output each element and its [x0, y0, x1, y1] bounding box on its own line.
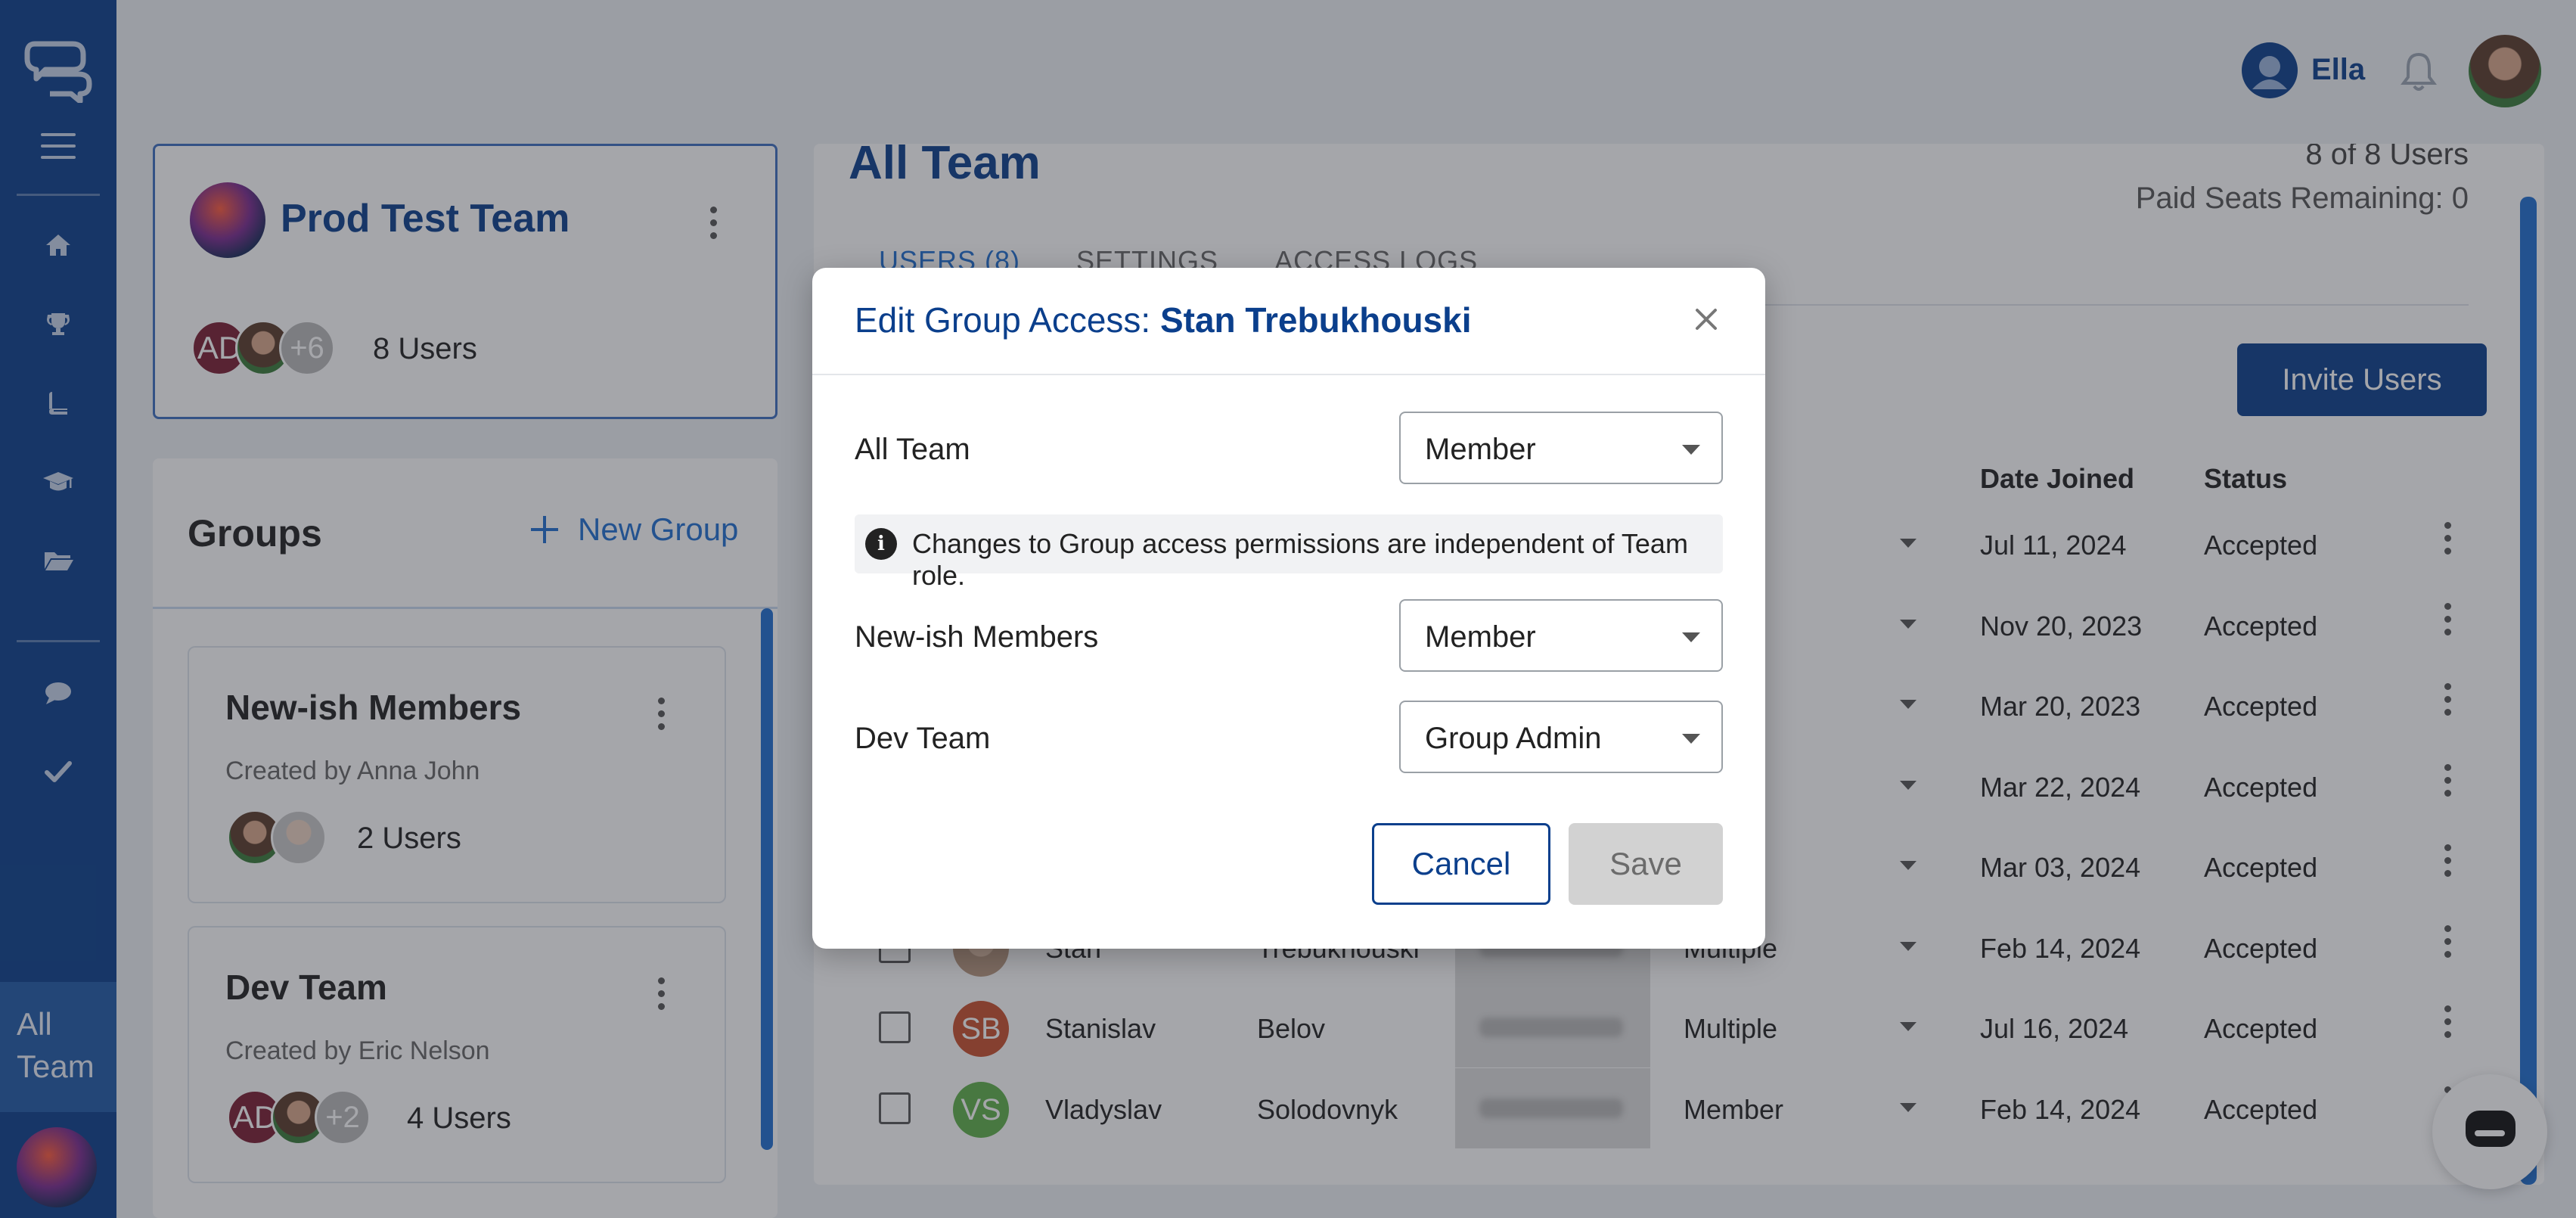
- cancel-button[interactable]: Cancel: [1372, 823, 1550, 905]
- save-button[interactable]: Save: [1569, 823, 1723, 905]
- chevron-down-icon: [1682, 734, 1700, 744]
- close-button[interactable]: [1685, 298, 1727, 340]
- select-value: Member: [1425, 433, 1536, 466]
- edit-group-access-dialog: Edit Group Access: Stan Trebukhouski All…: [812, 268, 1765, 949]
- dialog-title-prefix: Edit Group Access:: [855, 300, 1160, 340]
- role-select-dev-team[interactable]: Group Admin: [1399, 701, 1723, 773]
- info-icon: i: [865, 528, 897, 560]
- dialog-title-user: Stan Trebukhouski: [1159, 300, 1472, 340]
- field-label-dev-team: Dev Team: [855, 722, 991, 755]
- select-value: Member: [1425, 620, 1536, 654]
- chevron-down-icon: [1682, 632, 1700, 642]
- chevron-down-icon: [1682, 445, 1700, 455]
- info-text: Changes to Group access permissions are …: [912, 528, 1688, 591]
- role-select-new-ish-members[interactable]: Member: [1399, 599, 1723, 672]
- close-icon: [1696, 309, 1717, 330]
- dialog-divider: [812, 374, 1765, 375]
- info-notice: i Changes to Group access permissions ar…: [855, 514, 1723, 591]
- role-select-all-team[interactable]: Member: [1399, 412, 1723, 484]
- field-label-new-ish-members: New-ish Members: [855, 620, 1099, 654]
- dialog-title: Edit Group Access: Stan Trebukhouski: [855, 300, 1472, 340]
- field-label-all-team: All Team: [855, 433, 970, 466]
- select-value: Group Admin: [1425, 722, 1602, 755]
